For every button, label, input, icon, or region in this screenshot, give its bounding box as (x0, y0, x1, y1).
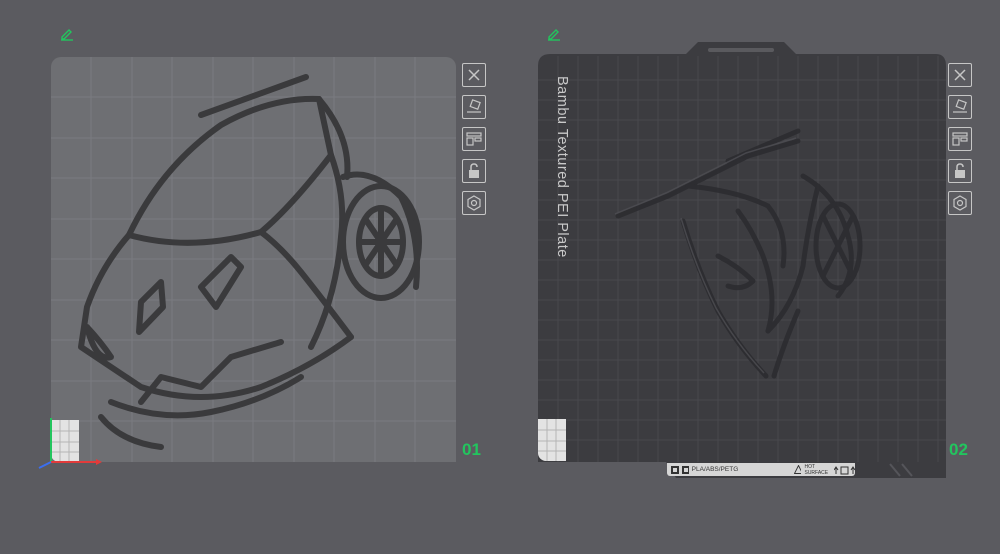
lock-icon (469, 163, 479, 178)
auto-orient-icon (467, 99, 481, 113)
build-plate-1[interactable] (51, 57, 456, 462)
close-icon (468, 69, 480, 81)
plate-2-toolbar (948, 63, 974, 215)
axes-gizmo (38, 418, 102, 469)
lock-icon (955, 163, 965, 178)
plate-1-edit-icon[interactable] (59, 25, 75, 45)
plate-1-number: 01 (462, 440, 481, 459)
plate-2-number: 02 (949, 440, 968, 459)
plate-1-lock-button[interactable] (462, 159, 486, 183)
settings-icon (467, 195, 481, 211)
filament-compat-label: PLA/ABS/PETG (691, 466, 739, 473)
plate-1-auto-orient-button[interactable] (462, 95, 486, 119)
car-model-1[interactable] (51, 57, 456, 462)
plate-1-close-button[interactable] (462, 63, 486, 87)
plate-2-info-strip: PLA/ABS/PETG HOT SURFACE (667, 463, 855, 476)
plate-1-settings-button[interactable] (462, 191, 486, 215)
plate-2-arrange-button[interactable] (948, 127, 972, 151)
plate-2-lock-button[interactable] (948, 159, 972, 183)
arrange-icon (952, 132, 968, 146)
plate-2-auto-orient-button[interactable] (948, 95, 972, 119)
warning-icon (794, 465, 802, 474)
plate-1-toolbar (462, 63, 488, 215)
plate-2-corner-tile (538, 419, 566, 461)
plate-2-close-button[interactable] (948, 63, 972, 87)
close-icon (954, 69, 966, 81)
hot-surface-label-2: SURFACE (804, 469, 829, 476)
plate-2-settings-button[interactable] (948, 191, 972, 215)
plate-2-type-label: Bambu Textured PEI Plate (554, 76, 570, 258)
car-model-2[interactable] (538, 56, 946, 462)
plate-1-arrange-button[interactable] (462, 127, 486, 151)
settings-icon (953, 195, 967, 211)
plate-symbols-icon (834, 465, 855, 474)
qr-code-icon (671, 465, 689, 474)
arrange-icon (466, 132, 482, 146)
auto-orient-icon (953, 99, 967, 113)
